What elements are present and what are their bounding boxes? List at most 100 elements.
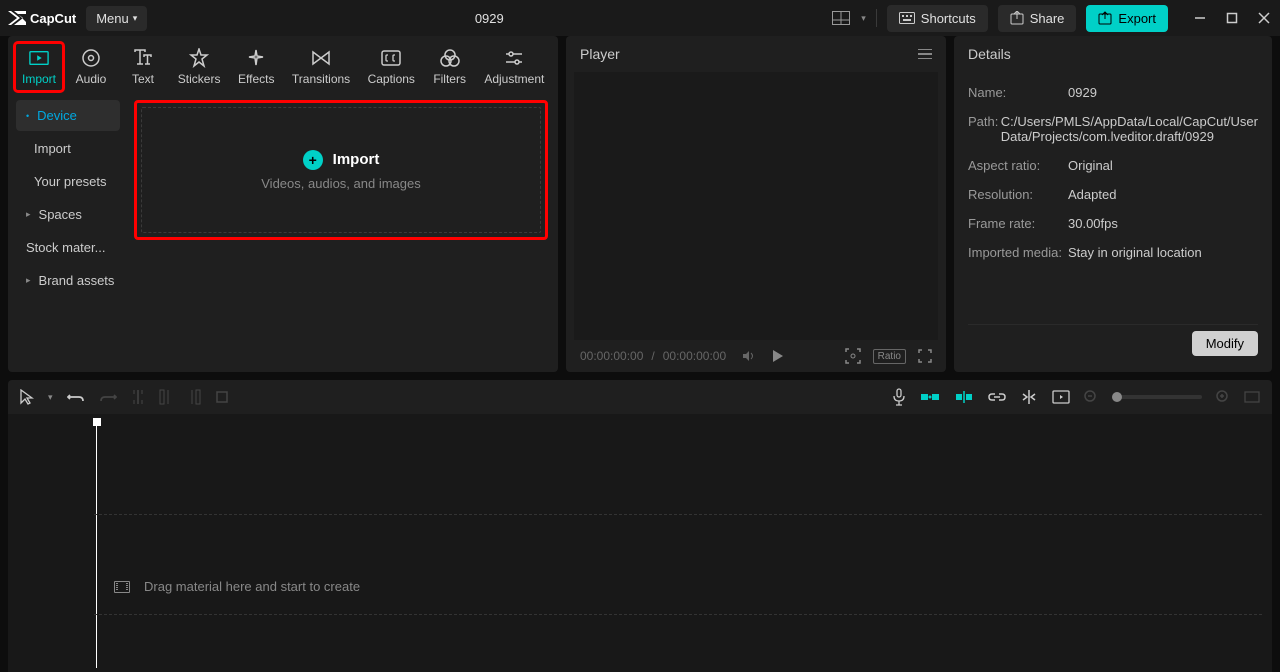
sidebar-item-import[interactable]: Import xyxy=(16,133,120,164)
timeline-guide xyxy=(94,614,1262,615)
trim-left-icon[interactable] xyxy=(159,389,173,405)
auto-snap-icon[interactable] xyxy=(954,390,974,404)
menu-label: Menu xyxy=(96,11,129,26)
tab-label: Captions xyxy=(368,72,415,86)
export-icon xyxy=(1098,11,1112,25)
minimize-button[interactable] xyxy=(1192,10,1208,26)
share-button[interactable]: Share xyxy=(998,5,1077,32)
tab-filters[interactable]: Filters xyxy=(425,42,475,92)
export-button[interactable]: Export xyxy=(1086,5,1168,32)
stickers-icon xyxy=(189,48,209,68)
fullscreen-icon[interactable] xyxy=(918,349,932,363)
chevron-down-icon[interactable]: ▾ xyxy=(861,13,866,24)
layout-icon[interactable] xyxy=(831,8,851,28)
maximize-button[interactable] xyxy=(1224,10,1240,26)
timeline-tracks[interactable]: Drag material here and start to create xyxy=(8,414,1272,672)
sidebar-item-label: Device xyxy=(37,108,77,123)
playhead[interactable] xyxy=(90,418,102,428)
tab-label: Audio xyxy=(76,72,107,86)
sidebar-item-brand[interactable]: Brand assets xyxy=(16,265,120,296)
tab-captions[interactable]: Captions xyxy=(360,42,423,92)
logo-text: CapCut xyxy=(30,11,76,26)
timeline-toolbar: ▾ xyxy=(8,380,1272,414)
titlebar-right: ▾ Shortcuts Share Export xyxy=(831,5,1272,32)
detail-value: Stay in original location xyxy=(1068,245,1258,260)
project-title: 0929 xyxy=(147,11,831,26)
import-title: Import xyxy=(333,151,380,168)
capcut-logo-icon xyxy=(8,11,26,25)
tab-transitions[interactable]: Transitions xyxy=(284,42,358,92)
sidebar-item-spaces[interactable]: Spaces xyxy=(16,199,120,230)
magnet-main-icon[interactable] xyxy=(920,390,940,404)
shortcuts-button[interactable]: Shortcuts xyxy=(887,5,988,32)
play-button[interactable] xyxy=(772,349,784,363)
scan-icon[interactable] xyxy=(845,348,861,364)
tab-audio[interactable]: Audio xyxy=(66,42,116,92)
player-panel: Player 00:00:00:00 / 00:00:00:00 Ratio xyxy=(566,36,946,372)
detail-row-name: Name:0929 xyxy=(968,78,1258,107)
zoom-fit-icon[interactable] xyxy=(1244,391,1260,403)
media-panel: Import Audio Text Stickers Effects Trans… xyxy=(8,36,558,372)
menu-button[interactable]: Menu ▾ xyxy=(86,6,147,31)
sidebar-item-stock[interactable]: Stock mater... xyxy=(16,232,120,263)
timeline-guide xyxy=(94,514,1262,515)
filters-icon xyxy=(440,48,460,68)
import-dropzone[interactable]: + Import Videos, audios, and images xyxy=(134,100,548,240)
close-button[interactable] xyxy=(1256,10,1272,26)
share-icon xyxy=(1010,11,1024,25)
player-controls: 00:00:00:00 / 00:00:00:00 Ratio xyxy=(566,340,946,372)
media-body: Device Import Your presets Spaces Stock … xyxy=(8,92,558,372)
volume-icon[interactable] xyxy=(742,350,756,362)
keyboard-icon xyxy=(899,12,915,24)
drag-hint-text: Drag material here and start to create xyxy=(144,579,360,594)
effects-icon xyxy=(246,48,266,68)
redo-icon[interactable] xyxy=(99,390,117,404)
modify-button[interactable]: Modify xyxy=(1192,331,1258,356)
trim-right-icon[interactable] xyxy=(187,389,201,405)
mic-icon[interactable] xyxy=(892,388,906,406)
link-icon[interactable] xyxy=(988,392,1006,402)
undo-icon[interactable] xyxy=(67,390,85,404)
app-logo: CapCut xyxy=(8,11,76,26)
tool-dropdown-icon[interactable]: ▾ xyxy=(48,392,53,403)
tab-label: Stickers xyxy=(178,72,221,86)
sidebar-item-label: Import xyxy=(34,141,71,156)
detail-row-path: Path:C:/Users/PMLS/AppData/Local/CapCut/… xyxy=(968,107,1258,151)
crop-icon[interactable] xyxy=(215,390,229,404)
timecode-separator: / xyxy=(651,349,654,363)
timeline-section: ▾ Drag material here and start to create xyxy=(0,380,1280,672)
tab-label: Effects xyxy=(238,72,274,86)
details-panel: Details Name:0929 Path:C:/Users/PMLS/App… xyxy=(954,36,1272,372)
selection-tool-icon[interactable] xyxy=(20,389,34,405)
titlebar: CapCut Menu ▾ 0929 ▾ Shortcuts Share Exp… xyxy=(0,0,1280,36)
tab-label: Transitions xyxy=(292,72,350,86)
details-header: Details xyxy=(954,36,1272,72)
details-body: Name:0929 Path:C:/Users/PMLS/AppData/Loc… xyxy=(954,72,1272,372)
divider xyxy=(876,9,877,27)
detail-row-imported: Imported media:Stay in original location xyxy=(968,238,1258,267)
zoom-out-icon[interactable] xyxy=(1084,390,1098,404)
tab-effects[interactable]: Effects xyxy=(230,42,282,92)
align-icon[interactable] xyxy=(1020,390,1038,404)
tab-import[interactable]: Import xyxy=(14,42,64,92)
timecode-total: 00:00:00:00 xyxy=(663,349,726,363)
sidebar-item-device[interactable]: Device xyxy=(16,100,120,131)
player-viewport[interactable] xyxy=(574,72,938,340)
sidebar-item-label: Stock mater... xyxy=(26,240,105,255)
split-icon[interactable] xyxy=(131,389,145,405)
sidebar-item-label: Spaces xyxy=(39,207,82,222)
tab-adjustment[interactable]: Adjustment xyxy=(477,42,552,92)
sidebar-item-presets[interactable]: Your presets xyxy=(16,166,120,197)
tab-text[interactable]: Text xyxy=(118,42,168,92)
detail-label: Aspect ratio: xyxy=(968,158,1068,173)
detail-label: Imported media: xyxy=(968,245,1068,260)
preview-icon[interactable] xyxy=(1052,390,1070,404)
detail-label: Frame rate: xyxy=(968,216,1068,231)
ratio-button[interactable]: Ratio xyxy=(873,349,906,364)
detail-value: 0929 xyxy=(1068,85,1258,100)
tab-stickers[interactable]: Stickers xyxy=(170,42,228,92)
zoom-slider[interactable] xyxy=(1112,395,1202,399)
zoom-in-icon[interactable] xyxy=(1216,390,1230,404)
player-menu-icon[interactable] xyxy=(918,49,932,60)
import-subtitle: Videos, audios, and images xyxy=(261,176,420,191)
